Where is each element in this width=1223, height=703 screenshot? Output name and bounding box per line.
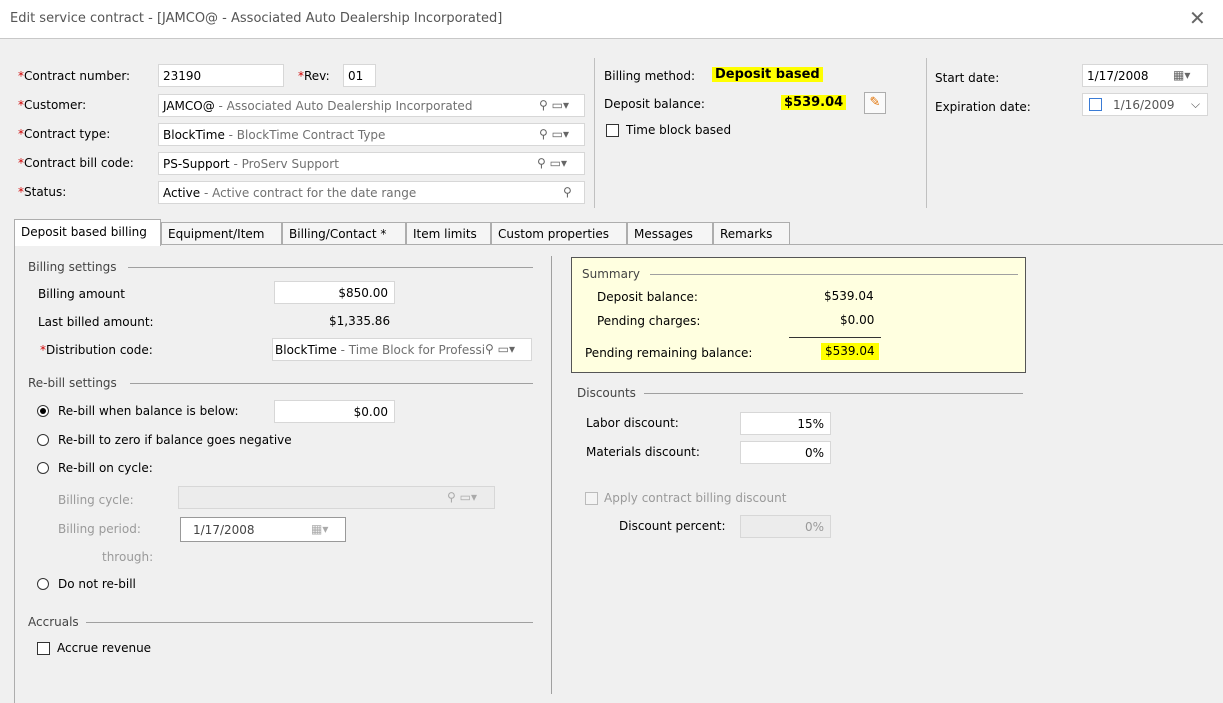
no-rebill-radio[interactable] (37, 578, 49, 590)
summary-title: Summary (582, 267, 640, 281)
rebill-settings-title: Re-bill settings (28, 376, 117, 390)
distribution-code-lookup[interactable]: BlockTime - Time Block for Professic ⚲ ▭… (272, 338, 532, 361)
deposit-balance-value: $539.04 (781, 95, 847, 110)
divider (650, 274, 1018, 275)
billing-cycle-lookup[interactable]: ⚲ ▭▾ (178, 486, 495, 509)
discount-percent-input[interactable]: 0% (740, 515, 831, 538)
title-bar: Edit service contract - [JAMCO@ - Associ… (0, 0, 1223, 39)
search-icon[interactable]: ⚲ (563, 185, 572, 199)
summary-deposit-label: Deposit balance: (597, 290, 698, 304)
divider (86, 622, 533, 623)
remaining-balance-value: $539.04 (821, 343, 879, 360)
rev-label: *Rev: (298, 69, 330, 83)
contract-type-lookup[interactable]: BlockTime - BlockTime Contract Type ⚲ ▭▾ (158, 123, 585, 146)
calendar-icon[interactable]: ▦▾ (1173, 68, 1190, 82)
divider (130, 383, 533, 384)
dropdown-menu-icon[interactable]: ▭▾ (498, 342, 515, 356)
search-icon[interactable]: ⚲ (485, 342, 494, 356)
last-billed-label: Last billed amount: (38, 315, 154, 329)
rebill-zero-label: Re-bill to zero if balance goes negative (58, 433, 292, 447)
through-label: through: (102, 550, 154, 564)
divider (644, 393, 1023, 394)
billing-method-value: Deposit based (712, 67, 823, 82)
rebill-below-label: Re-bill when balance is below: (58, 404, 239, 418)
billing-settings-title: Billing settings (28, 260, 117, 274)
tab-billing-contact[interactable]: Billing/Contact * (282, 222, 406, 244)
sum-line (789, 337, 881, 338)
last-billed-value: $1,335.86 (329, 314, 391, 328)
close-icon[interactable]: ✕ (1189, 8, 1206, 28)
tab-remarks[interactable]: Remarks (713, 222, 790, 244)
time-block-checkbox[interactable] (606, 124, 619, 137)
status-lookup[interactable]: Active - Active contract for the date ra… (158, 181, 585, 204)
billing-period-label: Billing period: (58, 522, 141, 536)
contract-type-label: *Contract type: (18, 127, 111, 141)
start-date-label: Start date: (935, 71, 1000, 85)
rebill-cycle-radio[interactable] (37, 462, 49, 474)
expiration-enable-checkbox[interactable] (1089, 98, 1102, 111)
discounts-title: Discounts (577, 386, 636, 400)
materials-discount-label: Materials discount: (586, 445, 700, 459)
panel-divider (551, 256, 552, 694)
rebill-below-input[interactable]: $0.00 (274, 400, 395, 423)
rebill-zero-radio[interactable] (37, 434, 49, 446)
bill-code-label: *Contract bill code: (18, 156, 134, 170)
rebill-below-radio[interactable] (37, 405, 49, 417)
chevron-down-icon[interactable]: ⌵ (1191, 97, 1200, 112)
edit-pencil-icon[interactable]: ✎ (864, 92, 886, 114)
dropdown-menu-icon[interactable]: ▭▾ (550, 156, 567, 170)
search-person-icon[interactable]: ⚲ (537, 156, 546, 170)
summary-deposit-value: $539.04 (824, 289, 874, 303)
accruals-title: Accruals (28, 615, 79, 629)
apply-discount-checkbox[interactable] (585, 492, 598, 505)
deposit-balance-label: Deposit balance: (604, 97, 705, 111)
discount-percent-label: Discount percent: (619, 519, 726, 533)
apply-discount-label: Apply contract billing discount (604, 491, 787, 505)
expiration-date-label: Expiration date: (935, 100, 1031, 114)
billing-amount-label: Billing amount (38, 287, 125, 301)
billing-amount-input[interactable]: $850.00 (274, 281, 395, 304)
customer-label: *Customer: (18, 98, 87, 112)
expiration-date-picker[interactable]: 1/16/2009 ⌵ (1082, 93, 1208, 116)
tab-deposit-based-billing[interactable]: Deposit based billing (14, 219, 161, 246)
distribution-code-label: *Distribution code: (40, 343, 153, 357)
tab-custom-properties[interactable]: Custom properties (491, 222, 627, 244)
time-block-label: Time block based (626, 123, 732, 137)
dropdown-menu-icon[interactable]: ▭▾ (552, 98, 569, 112)
no-rebill-label: Do not re-bill (58, 577, 136, 591)
pending-charges-label: Pending charges: (597, 314, 701, 328)
billing-cycle-label: Billing cycle: (58, 493, 134, 507)
tab-item-limits[interactable]: Item limits (406, 222, 491, 244)
accrue-revenue-checkbox[interactable] (37, 642, 50, 655)
divider (128, 267, 533, 268)
header-separator-right (926, 58, 927, 208)
accrue-revenue-label: Accrue revenue (57, 641, 152, 655)
search-icon[interactable]: ⚲ (539, 98, 548, 112)
bill-code-lookup[interactable]: PS-Support - ProServ Support ⚲ ▭▾ (158, 152, 585, 175)
search-icon[interactable]: ⚲ (539, 127, 548, 141)
labor-discount-input[interactable]: 15% (740, 412, 831, 435)
billing-period-picker[interactable]: 1/17/2008 ▦▾ (180, 517, 346, 542)
dropdown-menu-icon[interactable]: ▭▾ (552, 127, 569, 141)
status-label: *Status: (18, 185, 67, 199)
window-title: Edit service contract - [JAMCO@ - Associ… (10, 11, 503, 26)
header-separator (594, 58, 595, 208)
contract-number-input[interactable]: 23190 (158, 64, 284, 87)
pending-charges-value: $0.00 (840, 313, 875, 327)
customer-lookup[interactable]: JAMCO@ - Associated Auto Dealership Inco… (158, 94, 585, 117)
search-icon[interactable]: ⚲ (447, 490, 456, 504)
tab-messages[interactable]: Messages (627, 222, 713, 244)
tab-equipment-item[interactable]: Equipment/Item (161, 222, 282, 244)
dropdown-menu-icon[interactable]: ▭▾ (460, 490, 477, 504)
calendar-icon[interactable]: ▦▾ (311, 522, 328, 536)
rebill-cycle-label: Re-bill on cycle: (58, 461, 153, 475)
remaining-balance-label: Pending remaining balance: (585, 346, 753, 360)
rev-input[interactable]: 01 (343, 64, 376, 87)
start-date-picker[interactable]: 1/17/2008 ▦▾ (1082, 64, 1208, 87)
billing-method-label: Billing method: (604, 69, 695, 83)
labor-discount-label: Labor discount: (586, 416, 679, 430)
contract-number-label: *Contract number: (18, 69, 131, 83)
materials-discount-input[interactable]: 0% (740, 441, 831, 464)
